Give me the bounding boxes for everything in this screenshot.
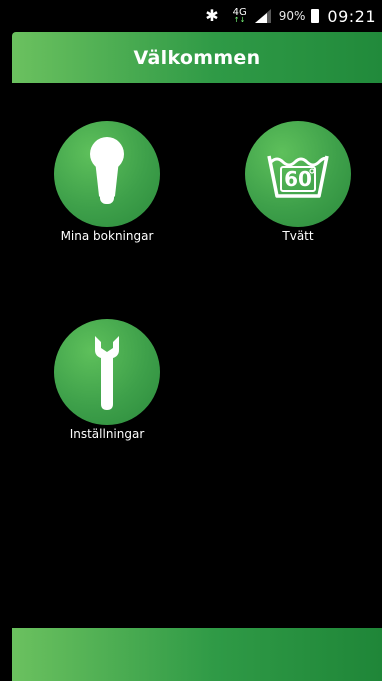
key-lock-icon [90,137,124,204]
washing-60-icon: 60 [267,155,329,198]
app-footer [12,628,382,681]
main-menu-grid: Mina bokningar 60 Tvätt Inställningar [12,83,382,628]
wrench-icon [95,336,119,410]
bluetooth-icon: ✱ [205,6,219,25]
tile-label: Mina bokningar [60,229,154,243]
network-indicator: 4G ↑↓ [233,8,247,25]
status-bar: ✱ 4G ↑↓ 90% 09:21 [0,0,382,32]
menu-tile-tvatt[interactable]: 60 Tvätt [223,121,373,243]
wash-temperature: 60 [284,167,312,191]
installningar-button[interactable] [54,319,160,425]
app-screen: ✱ 4G ↑↓ 90% 09:21 Välkommen Mina bokning… [0,0,382,681]
tile-label: Tvätt [282,229,314,243]
menu-tile-installningar[interactable]: Inställningar [32,319,182,441]
menu-tile-mina-bokningar[interactable]: Mina bokningar [32,121,182,243]
page-title: Välkommen [133,46,261,69]
signal-icon [254,9,271,23]
battery-percent: 90% [278,9,306,23]
tvatt-button[interactable]: 60 [245,121,351,227]
tile-label: Inställningar [69,427,145,441]
network-activity: ↑↓ [233,16,246,25]
battery-icon [311,9,320,23]
app-header: Välkommen [12,32,382,83]
mina-bokningar-button[interactable] [54,121,160,227]
clock: 09:21 [327,6,376,26]
